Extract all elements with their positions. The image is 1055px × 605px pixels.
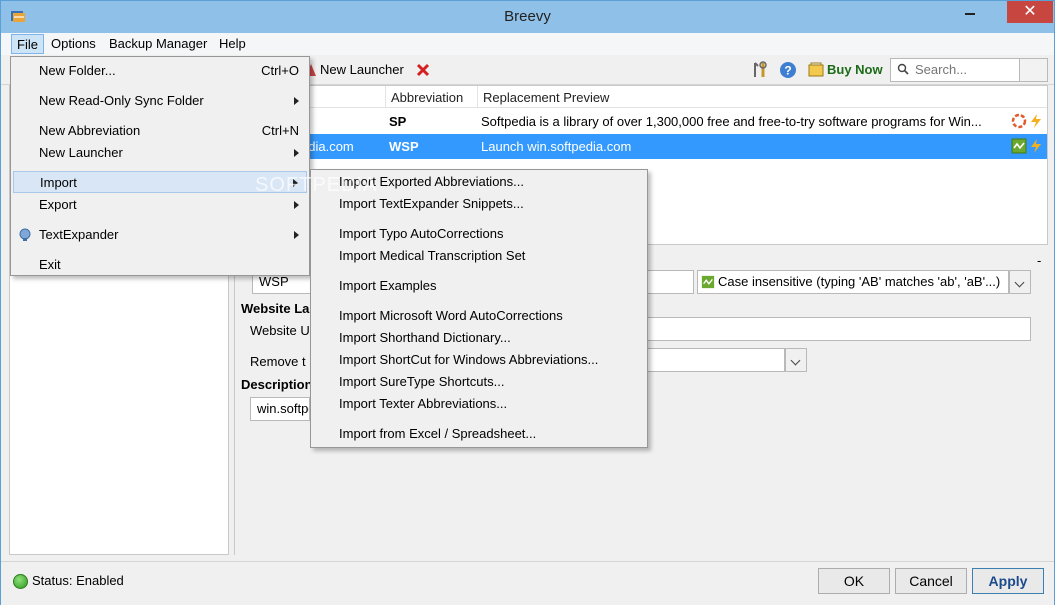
menu-item-label: Import Shorthand Dictionary... xyxy=(339,330,511,345)
import-examples[interactable]: Import Examples xyxy=(313,275,645,297)
menu-help[interactable]: Help xyxy=(214,34,251,54)
import-medical-transcription-set[interactable]: Import Medical Transcription Set xyxy=(313,245,645,267)
menu-item-label: Import Microsoft Word AutoCorrections xyxy=(339,308,563,323)
status-text: Status: Enabled xyxy=(32,573,124,588)
menu-item-label: Import SureType Shortcuts... xyxy=(339,374,505,389)
menu-file[interactable]: File xyxy=(11,34,44,54)
menu-options[interactable]: Options xyxy=(46,34,101,54)
website-url-label: Website U xyxy=(250,323,310,338)
remove-label: Remove t xyxy=(250,354,306,369)
remove-select[interactable] xyxy=(647,348,785,372)
import-submenu: Import Exported Abbreviations... Import … xyxy=(310,169,648,448)
ok-button[interactable]: OK xyxy=(818,568,890,594)
website-label: Website La xyxy=(241,301,310,316)
column-header-replacement-preview[interactable]: Replacement Preview xyxy=(483,90,609,105)
submenu-arrow-icon xyxy=(294,201,299,209)
buy-now-link[interactable]: Buy Now xyxy=(827,62,883,77)
menu-item-label: TextExpander xyxy=(39,227,119,242)
import-suretype-shortcuts[interactable]: Import SureType Shortcuts... xyxy=(313,371,645,393)
menu-item-label: Import Examples xyxy=(339,278,437,293)
launcher-type-icon xyxy=(1011,138,1027,154)
menu-item-shortcut: Ctrl+N xyxy=(261,123,299,138)
menu-item-label: Import Texter Abbreviations... xyxy=(339,396,508,411)
table-row-selected[interactable]: edia.com WSP Launch win.softpedia.com xyxy=(235,134,1047,159)
row-preview: Softpedia is a library of over 1,300,000… xyxy=(481,114,982,129)
menu-backup-manager[interactable]: Backup Manager xyxy=(104,34,212,54)
file-menu-new-readonly-sync-folder[interactable]: New Read-Only Sync Folder xyxy=(13,90,307,112)
case-sensitivity-value: Case insensitive (typing 'AB' matches 'a… xyxy=(718,274,1001,289)
row-abbreviation: WSP xyxy=(389,139,419,154)
menu-item-label: New Launcher xyxy=(39,145,123,160)
menu-item-label: Import Medical Transcription Set xyxy=(339,248,526,263)
column-header-abbreviation[interactable]: Abbreviation xyxy=(391,90,463,105)
status-bar: Status: Enabled OK Cancel Apply xyxy=(1,561,1054,605)
close-button[interactable]: ✕ xyxy=(1007,1,1053,23)
menu-item-label: Export xyxy=(39,197,77,212)
import-word-autocorrections[interactable]: Import Microsoft Word AutoCorrections xyxy=(313,305,645,327)
description-label: Description xyxy=(241,377,313,392)
grid-header: Abbreviation Replacement Preview xyxy=(235,86,1047,108)
title-bar: Breevy ✕ xyxy=(1,1,1054,33)
app-window: Breevy ✕ File Options Backup Manager Hel… xyxy=(0,0,1055,605)
menu-item-label: New Abbreviation xyxy=(39,123,141,138)
file-menu-exit[interactable]: Exit xyxy=(13,254,307,276)
menu-item-label: New Read-Only Sync Folder xyxy=(39,93,204,108)
help-icon[interactable]: ? xyxy=(779,61,797,79)
status-enabled-icon xyxy=(13,574,28,589)
file-menu-new-folder[interactable]: New Folder... Ctrl+O xyxy=(13,60,307,82)
row-preview: Launch win.softpedia.com xyxy=(481,139,632,154)
row-abbreviation: SP xyxy=(389,114,407,129)
menu-item-shortcut: Ctrl+O xyxy=(261,63,299,78)
search-options-button[interactable] xyxy=(1020,58,1048,82)
file-menu-new-launcher[interactable]: New Launcher xyxy=(13,142,307,164)
search-input[interactable] xyxy=(915,62,1015,77)
lightning-icon xyxy=(1031,139,1041,153)
submenu-arrow-icon xyxy=(294,149,299,157)
delete-icon[interactable] xyxy=(416,63,430,77)
import-from-excel[interactable]: Import from Excel / Spreadsheet... xyxy=(313,423,645,445)
menu-item-label: Import Typo AutoCorrections xyxy=(339,226,504,241)
submenu-arrow-icon xyxy=(294,231,299,239)
watermark-text: SOFTPEDIA xyxy=(255,174,378,196)
import-shortcut-for-windows[interactable]: Import ShortCut for Windows Abbreviation… xyxy=(313,349,645,371)
search-icon xyxy=(897,63,909,75)
column-separator[interactable] xyxy=(477,86,478,108)
lightning-icon xyxy=(1031,114,1041,128)
new-launcher-button[interactable]: New Launcher xyxy=(320,62,404,77)
menu-item-label: Exit xyxy=(39,257,61,272)
plain-text-icon xyxy=(1011,113,1027,129)
website-url-field[interactable] xyxy=(647,317,1031,341)
file-menu-dropdown: New Folder... Ctrl+O New Read-Only Sync … xyxy=(10,56,310,276)
case-insensitive-icon xyxy=(701,275,715,289)
menu-item-label: Import ShortCut for Windows Abbreviation… xyxy=(339,352,599,367)
file-menu-export[interactable]: Export xyxy=(13,194,307,216)
table-row[interactable]: SP Softpedia is a library of over 1,300,… xyxy=(235,109,1047,134)
shopping-cart-icon xyxy=(808,62,824,77)
menu-bar: File Options Backup Manager Help xyxy=(1,33,1054,55)
textexpander-icon xyxy=(19,228,31,241)
column-separator[interactable] xyxy=(385,86,386,108)
import-texter-abbreviations[interactable]: Import Texter Abbreviations... xyxy=(313,393,645,415)
menu-item-label: Import from Excel / Spreadsheet... xyxy=(339,426,537,441)
cancel-button[interactable]: Cancel xyxy=(895,568,967,594)
remove-dropdown-button[interactable] xyxy=(785,348,807,372)
file-menu-new-abbreviation[interactable]: New Abbreviation Ctrl+N xyxy=(13,120,307,142)
menu-item-label: New Folder... xyxy=(39,63,116,78)
submenu-arrow-icon xyxy=(294,97,299,105)
import-typo-autocorrections[interactable]: Import Typo AutoCorrections xyxy=(313,223,645,245)
minimize-button[interactable] xyxy=(956,1,984,23)
search-field[interactable] xyxy=(890,58,1020,82)
tools-icon[interactable] xyxy=(751,61,769,79)
menu-item-label: Import xyxy=(40,175,77,190)
window-title: Breevy xyxy=(504,8,551,25)
svg-text:?: ? xyxy=(784,64,791,78)
description-field[interactable]: win.softpe xyxy=(250,397,310,421)
case-sensitivity-dropdown-button[interactable] xyxy=(1009,270,1031,294)
case-sensitivity-select[interactable]: Case insensitive (typing 'AB' matches 'a… xyxy=(697,270,1009,294)
import-shorthand-dictionary[interactable]: Import Shorthand Dictionary... xyxy=(313,327,645,349)
apply-button[interactable]: Apply xyxy=(972,568,1044,594)
file-menu-textexpander[interactable]: TextExpander xyxy=(13,224,307,246)
collapse-marker[interactable]: - xyxy=(1037,253,1041,268)
